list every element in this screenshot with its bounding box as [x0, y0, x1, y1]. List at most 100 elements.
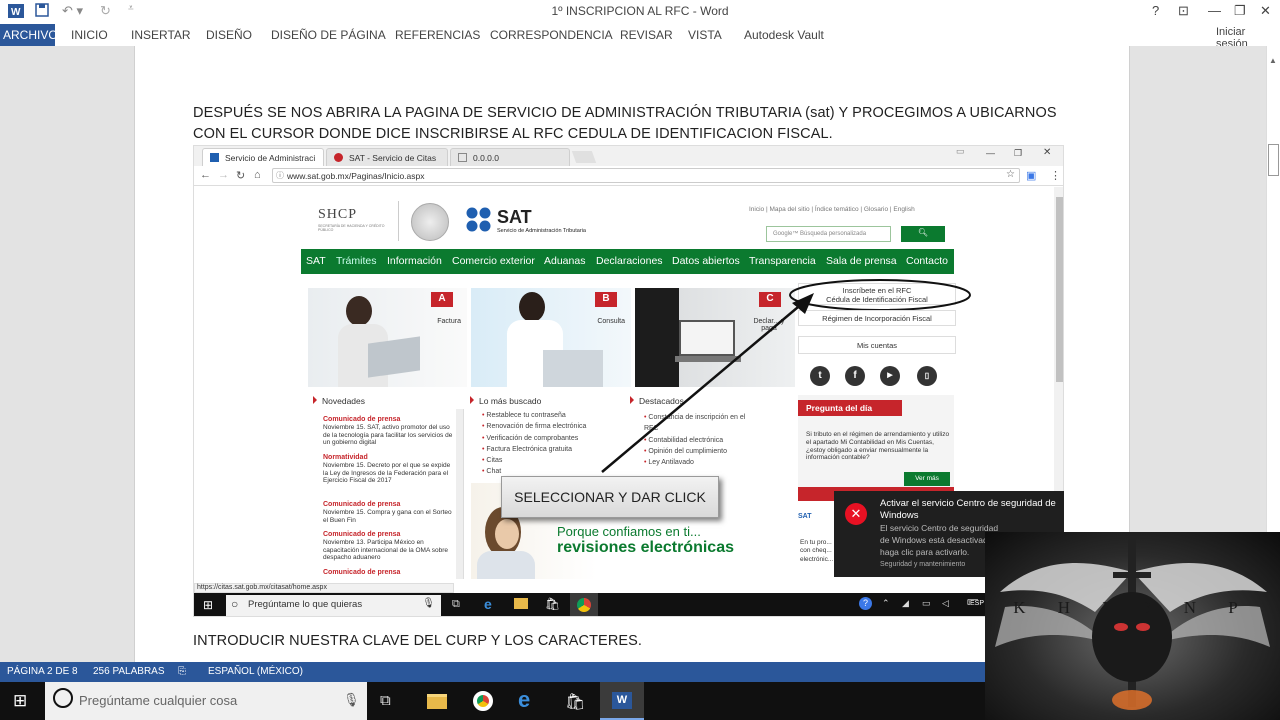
tab-referencias[interactable]: REFERENCIAS: [395, 28, 480, 42]
taskbar-search-placeholder: Pregúntame cualquier cosa: [79, 693, 238, 708]
edge-icon[interactable]: e: [484, 596, 492, 612]
tab-correspondencia[interactable]: CORRESPONDENCIA: [490, 28, 613, 42]
file-explorer-icon[interactable]: [514, 598, 528, 609]
list-item[interactable]: Verificación de comprobantes: [482, 433, 586, 444]
word-icon: W: [612, 692, 632, 709]
wifi-icon[interactable]: ◢: [902, 598, 909, 609]
browser-tab-citas[interactable]: SAT - Servicio de Citas ×: [326, 148, 448, 173]
task-view-icon[interactable]: ⧉: [452, 598, 460, 611]
news-item[interactable]: Comunicado de prensa Noviembre 15. Compra…: [323, 501, 457, 524]
bookmark-star-icon[interactable]: ☆: [1006, 169, 1015, 180]
profile-icon[interactable]: ▭: [956, 146, 965, 157]
nav-sat[interactable]: SAT: [306, 255, 326, 267]
microphone-icon[interactable]: 🎙︎: [422, 598, 435, 609]
word-count[interactable]: 256 PALABRAS: [93, 666, 165, 677]
winged-warrior-emblem: [995, 537, 1270, 710]
taskbar-file-explorer-icon[interactable]: [427, 694, 447, 709]
scroll-thumb[interactable]: [1268, 144, 1279, 176]
browser-tab-sat[interactable]: Servicio de Administraci ×: [202, 148, 324, 173]
tray-chevron-icon[interactable]: ⌃: [882, 598, 890, 609]
person-head-image: [346, 296, 372, 326]
translate-icon[interactable]: ▣: [1026, 169, 1036, 182]
youtube-icon[interactable]: ▶: [880, 366, 900, 386]
page-scroll-thumb[interactable]: [1056, 197, 1063, 382]
browser-tab-label: 0.0.0.0: [473, 153, 499, 163]
forward-icon[interactable]: →: [218, 169, 229, 181]
taskbar-edge-icon[interactable]: e: [518, 687, 530, 713]
news-item[interactable]: Normatividad Noviembre 15. Decreto por el…: [323, 454, 457, 484]
info-icon[interactable]: ⓘ: [276, 170, 284, 181]
browser-minimize-button[interactable]: —: [986, 148, 995, 158]
nav-tramites[interactable]: Trámites: [336, 255, 376, 267]
list-item[interactable]: Factura Electrónica gratuita: [482, 444, 586, 455]
restore-button[interactable]: ❐: [1234, 3, 1246, 19]
taskbar-task-view-icon[interactable]: ⧉: [380, 692, 391, 709]
nav-comercio-exterior[interactable]: Comercio exterior: [452, 255, 535, 267]
chrome-taskbar-button[interactable]: [570, 593, 598, 616]
browser-close-button[interactable]: ✕: [1043, 147, 1051, 158]
help-tray-icon[interactable]: ?: [859, 597, 872, 610]
proofing-icon[interactable]: ⎘: [178, 666, 186, 677]
tab-diseno[interactable]: DISEÑO: [206, 28, 252, 42]
nav-sala-de-prensa[interactable]: Sala de prensa: [826, 255, 897, 267]
tab-revisar[interactable]: REVISAR: [620, 28, 673, 42]
nav-datos-abiertos[interactable]: Datos abiertos: [672, 255, 740, 267]
ribbon-display-icon[interactable]: ⊡: [1178, 3, 1189, 19]
news-item[interactable]: Comunicado de prensa Noviembre 15. SAT, a…: [323, 416, 457, 446]
language-status[interactable]: ESPAÑOL (MÉXICO): [208, 666, 303, 677]
window-title: 1º INSCRIPCION AL RFC - Word: [551, 4, 729, 18]
ver-mas-button[interactable]: Ver más: [904, 472, 950, 486]
nav-aduanas[interactable]: Aduanas: [544, 255, 585, 267]
home-icon[interactable]: ⌂: [254, 169, 261, 181]
mobile-icon[interactable]: ▯: [917, 366, 937, 386]
list-item[interactable]: Citas: [482, 455, 586, 466]
reload-icon[interactable]: ↻: [236, 169, 245, 182]
close-button[interactable]: ✕: [1260, 3, 1271, 19]
taskbar-search-box[interactable]: Pregúntame cualquier cosa 🎙︎: [45, 682, 367, 720]
inner-search-box[interactable]: ○ Pregúntame lo que quieras 🎙︎: [226, 595, 441, 616]
tab-diseno-pagina[interactable]: DISEÑO DE PÁGINA: [271, 28, 386, 42]
tab-archivo[interactable]: ARCHIVO: [0, 24, 58, 46]
news-item[interactable]: Comunicado de prensa Noviembre 13. Partic…: [323, 531, 457, 561]
list-item[interactable]: Restablece tu contraseña: [482, 410, 586, 421]
start-icon[interactable]: ⊞: [13, 691, 27, 711]
browser-tab-blank[interactable]: 0.0.0.0: [450, 148, 570, 166]
tile-label: Factura: [437, 318, 461, 325]
tab-autodesk-vault[interactable]: Autodesk Vault: [744, 28, 824, 42]
taskbar-word-button[interactable]: W: [600, 682, 644, 720]
taskbar-chrome-icon[interactable]: [473, 691, 493, 711]
site-top-links[interactable]: Inicio | Mapa del sitio | Índice temátic…: [749, 206, 915, 213]
site-search-input[interactable]: Google™ Búsqueda personalizada: [766, 226, 891, 242]
back-icon[interactable]: ←: [200, 169, 211, 181]
chrome-icon: [577, 598, 591, 612]
tile-factura[interactable]: A Factura: [308, 288, 467, 387]
nav-contacto[interactable]: Contacto: [906, 255, 948, 267]
news-item[interactable]: Comunicado de prensa: [323, 569, 457, 577]
address-bar[interactable]: ⓘ www.sat.gob.mx/Paginas/Inicio.aspx ☆: [272, 168, 1020, 183]
help-button[interactable]: ?: [1152, 3, 1159, 18]
minimize-button[interactable]: —: [1208, 3, 1221, 18]
taskbar-microphone-icon[interactable]: 🎙︎: [343, 692, 360, 708]
battery-icon[interactable]: ▭: [922, 598, 931, 609]
nav-informacion[interactable]: Información: [387, 255, 442, 267]
tab-insertar[interactable]: INSERTAR: [131, 28, 191, 42]
scroll-up-icon[interactable]: ▲: [1269, 56, 1277, 65]
language-indicator[interactable]: ESP: [970, 600, 985, 607]
tab-inicio[interactable]: INICIO: [71, 28, 108, 42]
nav-transparencia[interactable]: Transparencia: [749, 255, 816, 267]
novedades-scrollbar[interactable]: [456, 409, 463, 579]
store-icon[interactable]: 🛍︎: [545, 597, 560, 611]
browser-maximize-button[interactable]: ❐: [1014, 148, 1022, 159]
tab-vista[interactable]: VISTA: [688, 28, 722, 42]
lo-mas-buscado-list: Restablece tu contraseña Renovación de f…: [482, 410, 586, 478]
new-tab-button[interactable]: [571, 151, 597, 163]
page-count[interactable]: PÁGINA 2 DE 8: [7, 666, 78, 677]
volume-icon[interactable]: ◁: [942, 598, 949, 609]
nav-declaraciones[interactable]: Declaraciones: [596, 255, 663, 267]
browser-menu-icon[interactable]: ⋮: [1050, 169, 1061, 182]
taskbar-store-icon[interactable]: 🛍︎: [565, 692, 585, 712]
site-search-button[interactable]: 🔍︎: [901, 226, 945, 242]
inner-start-icon[interactable]: ⊞: [203, 598, 213, 612]
list-item[interactable]: Renovación de firma electrónica: [482, 421, 586, 432]
facebook-icon[interactable]: f: [845, 366, 865, 386]
